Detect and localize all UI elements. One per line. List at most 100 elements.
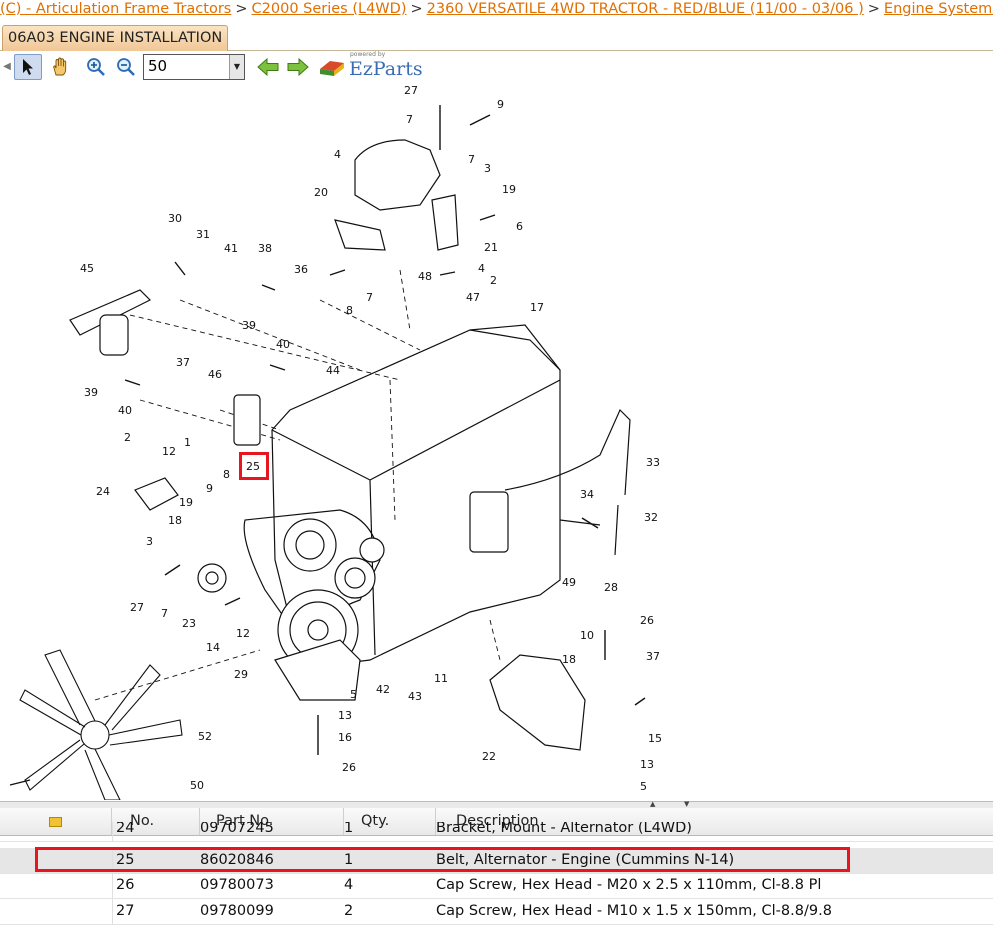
svg-text:8: 8 <box>223 468 230 481</box>
svg-text:27: 27 <box>404 84 418 97</box>
exploded-view-drawing: 27974 7320 19 62142 303141 38 367848 47451… <box>9 84 662 800</box>
hand-icon[interactable] <box>46 54 74 80</box>
svg-text:28: 28 <box>604 581 618 594</box>
tab-engine-installation[interactable]: 06A03 ENGINE INSTALLATION <box>2 25 229 51</box>
svg-text:7: 7 <box>366 291 373 304</box>
row-no: 24 <box>116 822 135 836</box>
logo-powered-by: powered by <box>350 51 386 58</box>
svg-text:4: 4 <box>478 262 485 275</box>
svg-text:2: 2 <box>490 274 497 287</box>
svg-text:16: 16 <box>338 731 352 744</box>
pointer-icon[interactable] <box>14 54 42 80</box>
row-description: Bracket, Mount - Alternator (L4WD) <box>436 822 692 836</box>
zoom-level-value: 50 <box>148 57 168 75</box>
parts-diagram[interactable]: 27 9 7 4 7 3 20 19 6 21 4 2 30 31 41 38 36 7 8 48 47 45 1… <box>0 83 993 800</box>
row-qty: 2 <box>344 903 354 919</box>
breadcrumb-link-series[interactable]: C2000 Series (L4WD) <box>252 1 407 17</box>
row-qty: 1 <box>344 822 354 836</box>
table-row[interactable]: 26 09780073 4 Cap Screw, Hex Head - M20 … <box>0 873 993 899</box>
svg-text:39: 39 <box>84 386 98 399</box>
selected-row-highlight <box>35 847 850 872</box>
svg-text:23: 23 <box>182 617 196 630</box>
svg-text:52: 52 <box>198 730 212 743</box>
svg-text:33: 33 <box>646 456 660 469</box>
svg-text:18: 18 <box>168 514 182 527</box>
svg-text:46: 46 <box>208 368 222 381</box>
breadcrumb-separator: > <box>235 1 248 17</box>
ezparts-logo: powered by EzParts <box>318 51 428 80</box>
viewer-toolbar: ◀ 50 ▼ powered by EzParts <box>0 51 993 83</box>
svg-text:19: 19 <box>502 183 516 196</box>
svg-text:38: 38 <box>258 242 272 255</box>
svg-text:26: 26 <box>640 614 654 627</box>
zoom-in-icon[interactable] <box>82 54 110 80</box>
svg-text:19: 19 <box>179 496 193 509</box>
svg-text:27: 27 <box>130 601 144 614</box>
svg-text:45: 45 <box>80 262 94 275</box>
chevron-down-icon[interactable]: ▼ <box>229 55 244 79</box>
table-row[interactable]: 27 09780099 2 Cap Screw, Hex Head - M10 … <box>0 899 993 925</box>
svg-text:17: 17 <box>530 301 544 314</box>
svg-text:37: 37 <box>646 650 660 663</box>
row-part-no: 09707245 <box>200 822 274 836</box>
svg-text:7: 7 <box>468 153 475 166</box>
breadcrumb-separator: > <box>867 1 880 17</box>
breadcrumb-link-engine-systems[interactable]: Engine Systems - <box>884 1 993 17</box>
logo-text: EzParts <box>349 58 423 80</box>
row-no: 26 <box>116 877 135 893</box>
svg-text:3: 3 <box>484 162 491 175</box>
zoom-out-icon[interactable] <box>112 54 140 80</box>
svg-text:29: 29 <box>234 668 248 681</box>
svg-text:9: 9 <box>206 482 213 495</box>
callout-25-highlight <box>239 452 269 480</box>
svg-text:6: 6 <box>516 220 523 233</box>
svg-text:40: 40 <box>276 338 290 351</box>
svg-text:36: 36 <box>294 263 308 276</box>
svg-text:5: 5 <box>350 688 357 701</box>
svg-text:20: 20 <box>314 186 328 199</box>
ezparts-logo-icon <box>320 61 344 76</box>
svg-text:21: 21 <box>484 241 498 254</box>
svg-text:7: 7 <box>406 113 413 126</box>
svg-text:34: 34 <box>580 488 594 501</box>
svg-text:42: 42 <box>376 683 390 696</box>
toolbar-scroll-left-icon[interactable]: ◀ <box>2 54 12 80</box>
splitter-down-icon[interactable]: ▼ <box>684 800 689 808</box>
row-part-no: 09780073 <box>200 877 274 893</box>
svg-text:7: 7 <box>161 607 168 620</box>
svg-text:10: 10 <box>580 629 594 642</box>
svg-text:22: 22 <box>482 750 496 763</box>
table-row[interactable]: 24 09707245 1 Bracket, Mount - Alternato… <box>0 822 993 842</box>
svg-text:44: 44 <box>326 364 340 377</box>
row-description: Cap Screw, Hex Head - M10 x 1.5 x 150mm,… <box>436 903 832 919</box>
svg-text:31: 31 <box>196 228 210 241</box>
svg-text:9: 9 <box>497 98 504 111</box>
svg-text:15: 15 <box>648 732 662 745</box>
svg-text:50: 50 <box>190 779 204 792</box>
svg-text:37: 37 <box>176 356 190 369</box>
svg-text:4: 4 <box>334 148 341 161</box>
row-qty: 4 <box>344 877 354 893</box>
breadcrumb-link-articulation[interactable]: (C) - Articulation Frame Tractors <box>0 1 231 17</box>
svg-text:49: 49 <box>562 576 576 589</box>
svg-text:1: 1 <box>184 436 191 449</box>
splitter-up-icon[interactable]: ▲ <box>650 800 655 808</box>
svg-text:24: 24 <box>96 485 110 498</box>
arrow-right-icon[interactable] <box>284 54 312 80</box>
row-part-no: 09780099 <box>200 903 274 919</box>
svg-text:12: 12 <box>236 627 250 640</box>
svg-text:5: 5 <box>640 780 647 793</box>
svg-text:39: 39 <box>242 319 256 332</box>
svg-text:30: 30 <box>168 212 182 225</box>
svg-text:3: 3 <box>146 535 153 548</box>
svg-text:47: 47 <box>466 291 480 304</box>
breadcrumb-separator: > <box>410 1 423 17</box>
tab-bar: 06A03 ENGINE INSTALLATION <box>0 22 993 51</box>
row-description: Cap Screw, Hex Head - M20 x 2.5 x 110mm,… <box>436 877 822 893</box>
breadcrumb-link-model[interactable]: 2360 VERSATILE 4WD TRACTOR - RED/BLUE (1… <box>427 1 864 17</box>
svg-text:14: 14 <box>206 641 220 654</box>
svg-text:41: 41 <box>224 242 238 255</box>
svg-text:12: 12 <box>162 445 176 458</box>
arrow-left-icon[interactable] <box>254 54 282 80</box>
zoom-level-select[interactable]: 50 ▼ <box>143 54 245 80</box>
